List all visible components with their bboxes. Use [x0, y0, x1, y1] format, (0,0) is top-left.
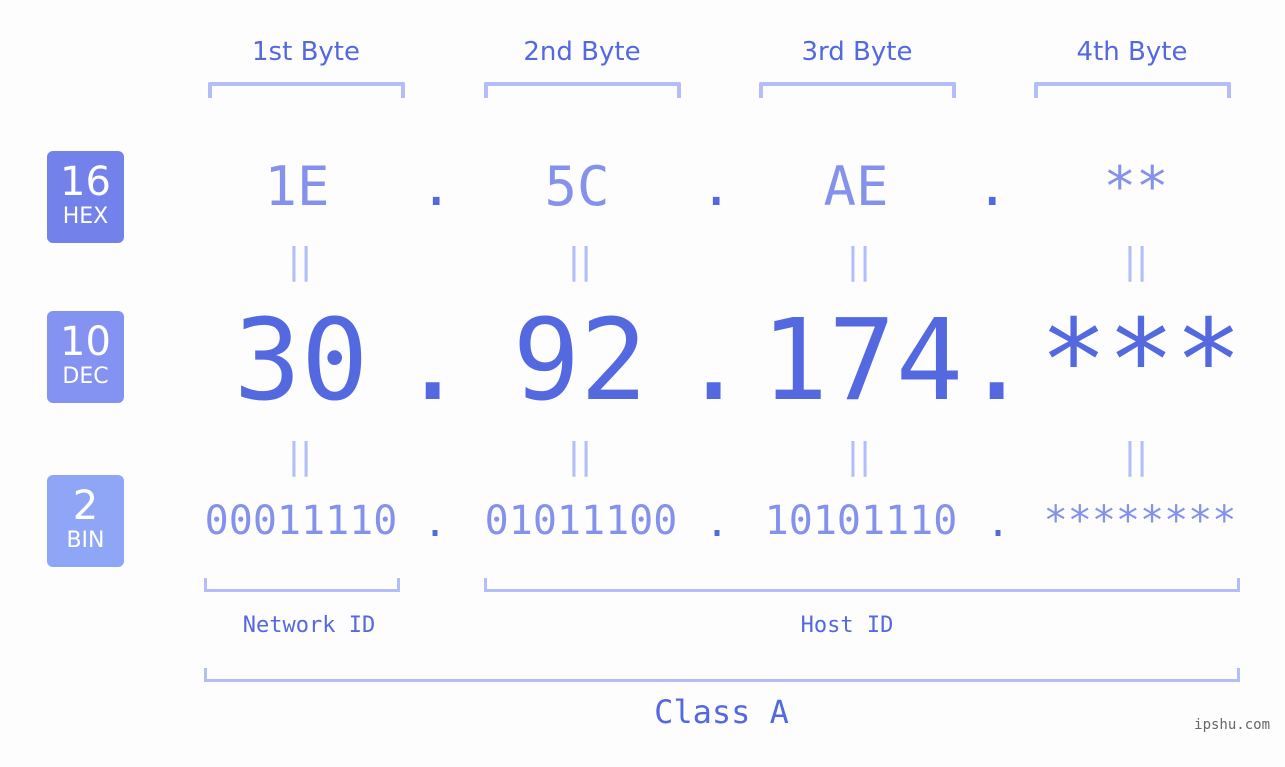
hex-byte-1: 1E: [264, 155, 330, 218]
bin-byte-1: 00011110: [204, 498, 398, 544]
dec-base-number: 10: [60, 319, 111, 365]
equals-icon: ||: [287, 241, 313, 282]
class-bracket: [204, 668, 1240, 682]
byte-bracket-4: [1034, 82, 1231, 98]
class-label: Class A: [654, 693, 789, 731]
equals-icon: ||: [1123, 241, 1149, 282]
equals-icon: ||: [846, 436, 872, 477]
equals-icon: ||: [567, 241, 593, 282]
byte-header-3: 3rd Byte: [801, 37, 913, 67]
dec-byte-1: 30: [233, 296, 369, 426]
bin-separator: .: [986, 500, 1011, 546]
hex-base-number: 16: [60, 159, 111, 205]
bin-base-number: 2: [72, 483, 99, 529]
bin-byte-3: 10101110: [764, 498, 958, 544]
dec-base-label: DEC: [62, 364, 109, 389]
byte-bracket-2: [484, 82, 681, 98]
hex-byte-4: **: [1103, 155, 1169, 218]
bin-badge: 2 BIN: [47, 475, 124, 567]
bin-byte-4: ********: [1043, 498, 1237, 544]
hex-byte-2: 5C: [544, 155, 610, 218]
dec-byte-4: ***: [1039, 296, 1243, 426]
dec-badge: 10 DEC: [47, 311, 124, 403]
equals-icon: ||: [846, 241, 872, 282]
byte-header-4: 4th Byte: [1076, 37, 1188, 67]
bin-separator: .: [705, 500, 730, 546]
hex-separator: .: [976, 155, 1009, 218]
hex-separator: .: [420, 155, 453, 218]
equals-icon: ||: [1123, 436, 1149, 477]
bin-byte-2: 01011100: [484, 498, 678, 544]
equals-icon: ||: [567, 436, 593, 477]
watermark: ipshu.com: [1194, 717, 1270, 733]
network-id-label: Network ID: [242, 613, 376, 638]
byte-bracket-1: [208, 82, 405, 98]
byte-bracket-3: [759, 82, 956, 98]
bin-separator: .: [423, 500, 448, 546]
dec-byte-2: 92: [512, 296, 648, 426]
hex-badge: 16 HEX: [47, 151, 124, 243]
dec-byte-3: 174: [760, 296, 964, 426]
host-id-bracket: [484, 578, 1240, 592]
equals-icon: ||: [287, 436, 313, 477]
host-id-label: Host ID: [800, 613, 894, 638]
bin-base-label: BIN: [66, 528, 105, 553]
hex-byte-3: AE: [823, 155, 889, 218]
byte-header-2: 2nd Byte: [523, 37, 641, 67]
byte-header-1: 1st Byte: [252, 37, 360, 67]
hex-separator: .: [700, 155, 733, 218]
network-id-bracket: [204, 578, 400, 592]
hex-base-label: HEX: [62, 204, 109, 229]
